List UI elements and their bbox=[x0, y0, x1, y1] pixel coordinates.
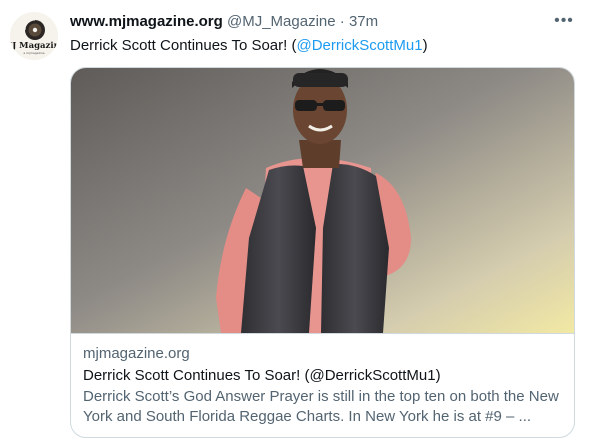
card-title[interactable]: Derrick Scott Continues To Soar! (@Derri… bbox=[83, 366, 562, 386]
logo-text: MJ Magazine bbox=[10, 41, 58, 51]
timestamp[interactable]: 37m bbox=[349, 13, 378, 30]
mention-link[interactable]: @DerrickScottMu1 bbox=[296, 37, 422, 54]
card-domain: mjmagazine.org bbox=[83, 345, 190, 362]
tweet-text-prefix: Derrick Scott Continues To Soar! ( bbox=[70, 37, 297, 54]
tweet-header: www.mjmagazine.org @MJ_Magazine · 37m bbox=[70, 12, 549, 32]
card-body[interactable]: mjmagazine.org Derrick Scott Continues T… bbox=[83, 344, 562, 427]
link-card[interactable]: mjmagazine.org Derrick Scott Continues T… bbox=[70, 67, 575, 438]
mj-magazine-logo: MJ Magazine a mjmagazine bbox=[10, 12, 58, 60]
tweet-text: Derrick Scott Continues To Soar! (@Derri… bbox=[70, 36, 575, 56]
card-description: Derrick Scott’s God Answer Prayer is sti… bbox=[83, 388, 559, 425]
author-handle[interactable]: @MJ_Magazine bbox=[227, 13, 336, 30]
separator-dot: · bbox=[339, 13, 345, 30]
card-photo bbox=[71, 68, 574, 333]
more-options-icon[interactable]: ••• bbox=[553, 12, 575, 32]
author-name[interactable]: www.mjmagazine.org bbox=[70, 13, 223, 30]
logo-subtext: a mjmagazine bbox=[23, 51, 44, 55]
avatar[interactable]: MJ Magazine a mjmagazine bbox=[10, 12, 58, 60]
tweet-text-suffix: ) bbox=[422, 37, 428, 54]
card-image[interactable] bbox=[71, 68, 574, 333]
card-divider bbox=[71, 333, 574, 334]
tweet[interactable]: MJ Magazine a mjmagazine www.mjmagazine.… bbox=[0, 0, 589, 441]
